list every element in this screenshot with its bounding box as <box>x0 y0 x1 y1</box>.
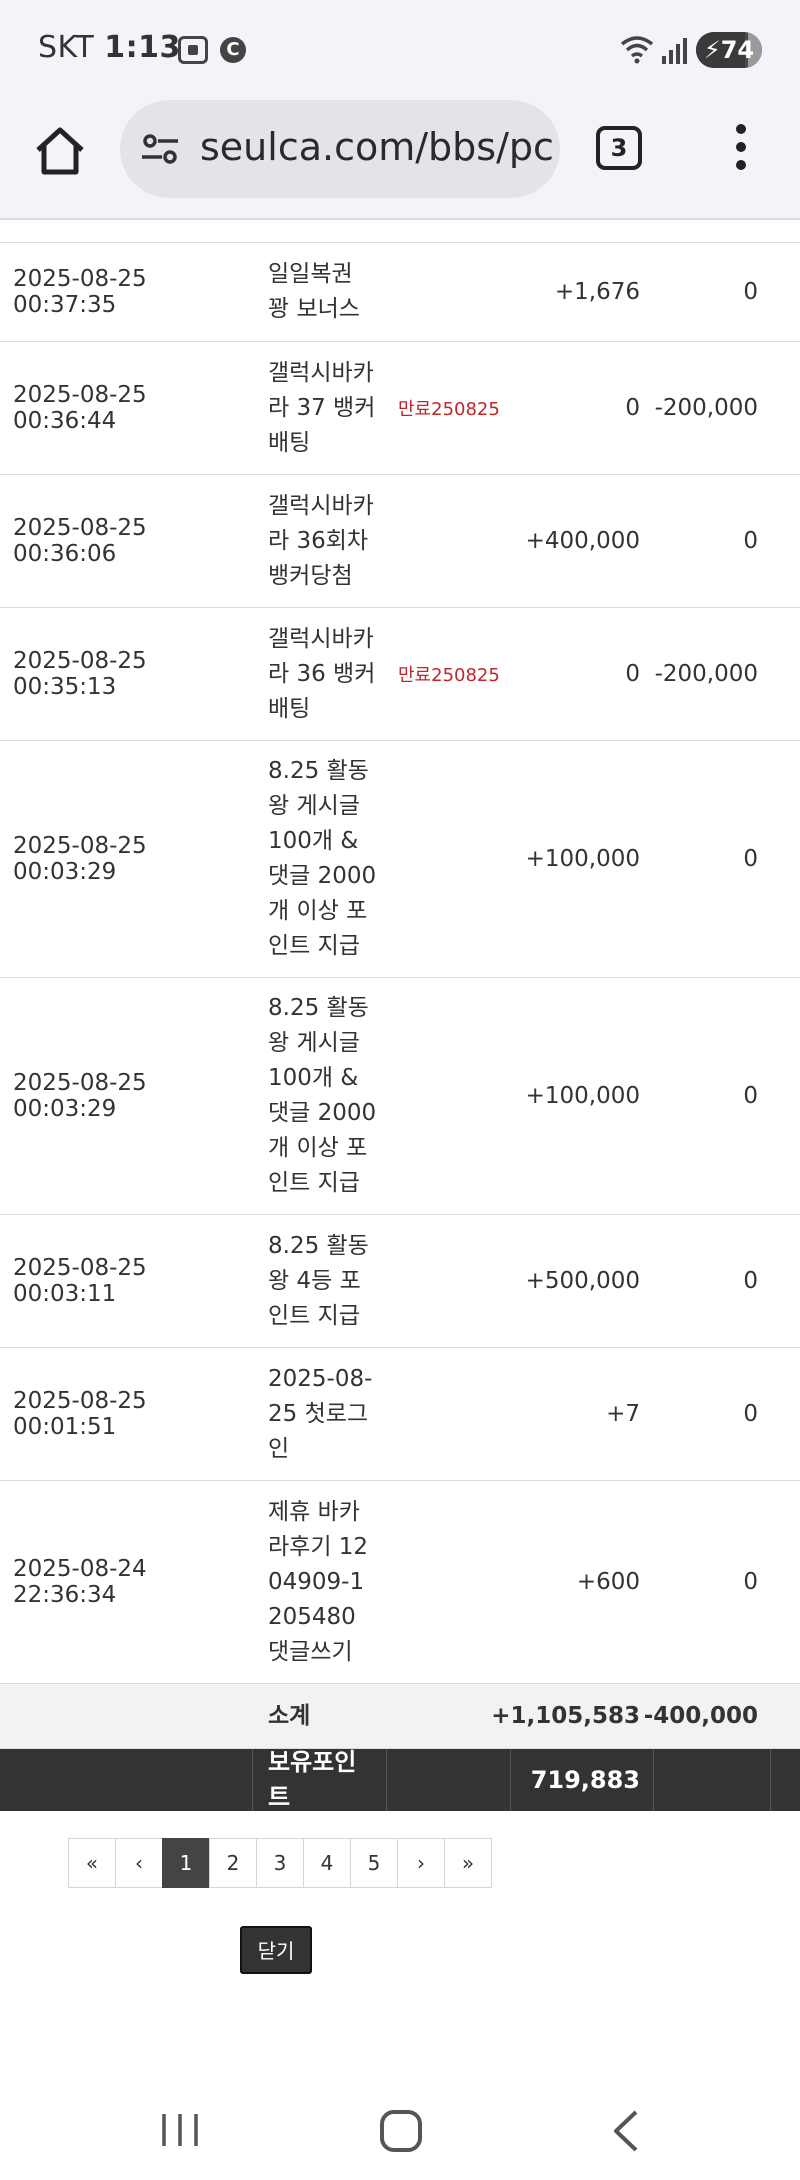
table-row: 2025-08-25 00:37:35 일일복권 꽝 보너스 +1,676 0 <box>0 242 800 342</box>
row-description: 2025-08-25 첫로그인 <box>268 1365 373 1462</box>
row-points-earned: +100,000 <box>525 1083 640 1109</box>
row-description: 갤럭시바카라 36회차 뱅커당첨 <box>268 492 374 589</box>
row-date: 2025-08-25 00:37:35 <box>13 266 147 318</box>
carrier-time: SKT 1:13 <box>38 30 181 65</box>
row-date: 2025-08-25 00:36:44 <box>13 382 147 434</box>
row-date: 2025-08-25 00:01:51 <box>13 1388 147 1440</box>
row-date: 2025-08-24 22:36:34 <box>13 1556 147 1608</box>
page-button-1[interactable]: 1 <box>162 1838 210 1888</box>
row-points-used: 0 <box>743 1268 758 1294</box>
more-menu-icon[interactable] <box>726 124 756 174</box>
table-row: 2025-08-25 00:35:13 갤럭시바카라 36 뱅커배팅 만료25082… <box>0 608 800 741</box>
row-date: 2025-08-25 00:03:29 <box>13 1070 147 1122</box>
home-icon[interactable] <box>32 122 88 178</box>
subtotal-row: 소계 +1,105,583 -400,000 <box>0 1684 800 1749</box>
subtotal-used: -400,000 <box>643 1703 758 1729</box>
battery-icon: ⚡74 <box>696 32 762 68</box>
url-text[interactable]: seulca.com/bbs/pc <box>200 125 554 169</box>
row-points-used: 0 <box>743 279 758 305</box>
row-points-used: 0 <box>743 846 758 872</box>
home-nav-icon[interactable] <box>380 2110 422 2152</box>
points-table: 2025-08-25 00:37:35 일일복권 꽝 보너스 +1,676 0 2025… <box>0 242 800 1811</box>
carrier-label: SKT <box>38 30 95 65</box>
battery-bolt-icon: ⚡ <box>703 36 721 64</box>
page-button-5[interactable]: 5 <box>350 1838 398 1888</box>
row-expiry-note: 만료250825 <box>398 665 500 686</box>
close-button[interactable]: 닫기 <box>240 1926 312 1974</box>
page-button-2[interactable]: 2 <box>209 1838 257 1888</box>
page-button-4[interactable]: 4 <box>303 1838 351 1888</box>
row-description: 갤럭시바카라 37 뱅커배팅 <box>268 359 376 456</box>
row-description: 갤럭시바카라 36 뱅커배팅 <box>268 625 376 722</box>
table-row: 2025-08-24 22:36:34 제휴 바카라후기 1204909-1205… <box>0 1481 800 1684</box>
row-expiry-note: 만료250825 <box>398 399 500 420</box>
subtotal-earned: +1,105,583 <box>491 1703 640 1729</box>
recent-apps-icon[interactable] <box>160 2110 200 2150</box>
row-date: 2025-08-25 00:35:13 <box>13 648 147 700</box>
row-points-used: 0 <box>743 528 758 554</box>
row-points-earned: +100,000 <box>525 846 640 872</box>
status-bar: SKT 1:13 C ⚡74 <box>0 0 800 100</box>
clock: 1:13 <box>104 30 181 65</box>
screenshot-icon <box>178 36 208 64</box>
page-prev-button[interactable]: ‹ <box>115 1838 163 1888</box>
page-first-button[interactable]: « <box>68 1838 116 1888</box>
tab-switcher-button[interactable]: 3 <box>596 126 642 170</box>
row-description: 8.25 활동왕 게시글 100개 & 댓글 2000개 이상 포인트 지급 <box>268 995 377 1196</box>
row-points-earned: +500,000 <box>525 1268 640 1294</box>
signal-icon <box>662 38 687 64</box>
page-last-button[interactable]: » <box>444 1838 492 1888</box>
row-description: 8.25 활동왕 게시글 100개 & 댓글 2000개 이상 포인트 지급 <box>268 758 377 959</box>
row-points-used: 0 <box>743 1569 758 1595</box>
row-date: 2025-08-25 00:03:11 <box>13 1255 147 1307</box>
row-description: 일일복권 꽝 보너스 <box>268 261 360 322</box>
table-row: 2025-08-25 00:36:06 갤럭시바카라 36회차 뱅커당첨 +400,… <box>0 475 800 608</box>
page-button-3[interactable]: 3 <box>256 1838 304 1888</box>
row-date: 2025-08-25 00:36:06 <box>13 515 147 567</box>
back-icon[interactable] <box>610 2108 640 2154</box>
row-points-earned: 0 <box>625 395 640 421</box>
row-points-used: -200,000 <box>654 395 758 421</box>
site-settings-icon[interactable] <box>140 132 180 166</box>
table-row: 2025-08-25 00:03:29 8.25 활동왕 게시글 100개 & 댓… <box>0 978 800 1215</box>
total-points-row: 보유포인트 719,883 <box>0 1748 800 1811</box>
system-nav-bar <box>0 2080 800 2180</box>
row-points-used: 0 <box>743 1083 758 1109</box>
row-points-earned: +400,000 <box>525 528 640 554</box>
table-row: 2025-08-25 00:03:29 8.25 활동왕 게시글 100개 & 댓… <box>0 741 800 978</box>
row-points-earned: +7 <box>606 1401 640 1427</box>
row-points-earned: 0 <box>625 661 640 687</box>
notification-badge-icon: C <box>220 37 246 63</box>
row-points-earned: +600 <box>576 1569 640 1595</box>
table-row: 2025-08-25 00:36:44 갤럭시바카라 37 뱅커배팅 만료25082… <box>0 342 800 475</box>
total-points-label: 보유포인트 <box>268 1748 357 1811</box>
row-points-earned: +1,676 <box>554 279 640 305</box>
table-row: 2025-08-25 00:03:11 8.25 활동왕 4등 포인트 지급 +50… <box>0 1215 800 1348</box>
subtotal-label: 소계 <box>268 1702 311 1729</box>
page-next-button[interactable]: › <box>397 1838 445 1888</box>
row-description: 제휴 바카라후기 1204909-1205480 댓글쓰기 <box>268 1498 369 1665</box>
pagination: « ‹ 1 2 3 4 5 › » <box>68 1838 492 1888</box>
row-date: 2025-08-25 00:03:29 <box>13 833 147 885</box>
address-bar[interactable]: seulca.com/bbs/pc <box>120 100 560 198</box>
row-description: 8.25 활동왕 4등 포인트 지급 <box>268 1232 369 1329</box>
wifi-icon <box>620 36 654 64</box>
row-points-used: 0 <box>743 1401 758 1427</box>
row-points-used: -200,000 <box>654 661 758 687</box>
browser-toolbar: seulca.com/bbs/pc 3 <box>0 100 800 220</box>
battery-level: 74 <box>720 36 755 64</box>
table-row: 2025-08-25 00:01:51 2025-08-25 첫로그인 +7 0 <box>0 1348 800 1481</box>
total-points-value: 719,883 <box>530 1766 640 1794</box>
